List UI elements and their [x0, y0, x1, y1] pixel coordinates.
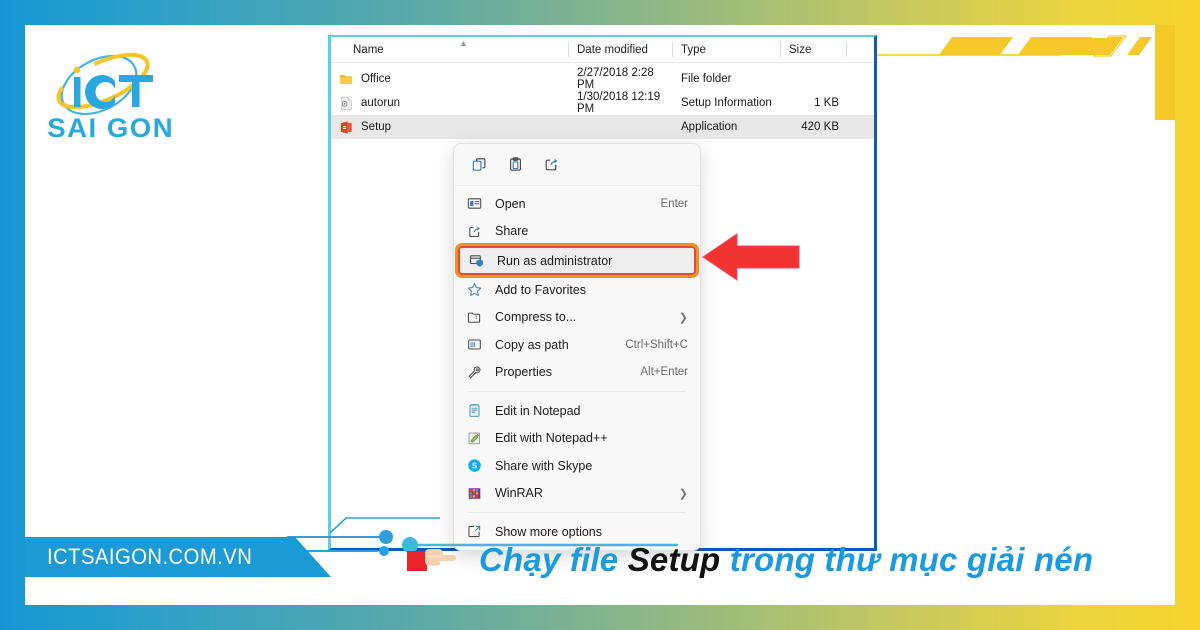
column-header-size-label: Size — [789, 43, 812, 56]
menu-item-edit-in-notepad[interactable]: Edit in Notepad — [458, 397, 696, 425]
chevron-right-icon: ❯ — [678, 487, 688, 500]
menu-item-label: Run as administrator — [497, 253, 613, 268]
menu-item-label: WinRAR — [495, 486, 543, 501]
context-menu-toolbar — [454, 144, 700, 186]
column-header-type-label: Type — [681, 43, 706, 56]
chevron-right-icon: ❯ — [678, 311, 688, 324]
column-header-type[interactable]: Type — [673, 37, 781, 62]
menu-item-accelerator: Enter — [660, 197, 689, 210]
paste-icon[interactable] — [500, 151, 530, 179]
svg-text:SAI GON: SAI GON — [47, 112, 174, 143]
explorer-column-headers: Name ▲ Date modified Type Size — [331, 37, 874, 63]
menu-item-winrar[interactable]: WinRAR ❯ — [458, 480, 696, 508]
office-application-icon — [339, 120, 354, 135]
sort-indicator-icon: ▲ — [459, 38, 468, 48]
menu-item-properties[interactable]: Properties Alt+Enter — [458, 359, 696, 387]
column-divider[interactable] — [846, 42, 847, 57]
star-icon — [466, 281, 483, 298]
folder-icon — [339, 72, 354, 87]
file-date-cell: 1/30/2018 12:19 PM — [577, 91, 661, 115]
menu-item-compress-to[interactable]: Compress to... ❯ — [458, 304, 696, 332]
column-header-size[interactable]: Size — [781, 37, 847, 62]
menu-item-open[interactable]: Open Enter — [458, 190, 696, 218]
caption-suffix: trong thư mục giải nén — [720, 541, 1094, 578]
column-header-date-modified[interactable]: Date modified — [569, 37, 673, 62]
menu-item-add-to-favorites[interactable]: Add to Favorites — [458, 276, 696, 304]
menu-item-share-with-skype[interactable]: S Share with Skype — [458, 452, 696, 480]
skype-icon: S — [466, 457, 483, 474]
pointing-hand-icon — [407, 543, 469, 577]
menu-separator — [468, 512, 686, 513]
file-size-cell: 1 KB — [814, 97, 839, 109]
copy-icon[interactable] — [464, 151, 494, 179]
file-name-label: autorun — [361, 97, 401, 109]
menu-item-copy-as-path[interactable]: Copy as path Ctrl+Shift+C — [458, 331, 696, 359]
menu-item-label: Properties — [495, 365, 552, 380]
context-menu: Open Enter Share Run as administrator Ad… — [453, 143, 701, 551]
file-name-label: Setup — [361, 121, 392, 133]
caption-row: Chạy file Setup trong thư mục giải nén — [407, 537, 1093, 583]
notepad-icon — [466, 402, 483, 419]
decoration-topright — [855, 25, 1175, 120]
shield-icon — [468, 252, 485, 269]
menu-item-run-as-administrator[interactable]: Run as administrator — [455, 243, 699, 278]
menu-item-label: Open — [495, 196, 526, 211]
content-canvas: SAI GON Name ▲ Date modified Type Size O… — [25, 25, 1175, 605]
menu-item-label: Add to Favorites — [495, 282, 587, 297]
file-type-cell: File folder — [681, 73, 732, 85]
copy-path-icon — [466, 336, 483, 353]
file-type-cell: Setup Information — [681, 97, 772, 109]
share-icon — [466, 223, 483, 240]
file-name-cell: Office — [331, 72, 569, 87]
watermark-banner: ICTSAIGON.COM.VN — [25, 537, 331, 577]
file-name-label: Office — [361, 73, 391, 85]
caption-keyword: Setup — [627, 541, 721, 578]
watermark-label: ICTSAIGON.COM.VN — [47, 544, 253, 569]
brand-logo: SAI GON — [37, 37, 187, 152]
caption-prefix: Chạy file — [479, 541, 628, 578]
caption-text: Chạy file Setup trong thư mục giải nén — [479, 541, 1093, 579]
properties-icon — [466, 364, 483, 381]
context-menu-items: Open Enter Share Run as administrator Ad… — [454, 186, 700, 546]
file-date-cell: 2/27/2018 2:28 PM — [577, 67, 654, 91]
menu-item-accelerator: Alt+Enter — [640, 366, 688, 379]
menu-item-label: Share — [495, 224, 529, 239]
file-name-cell: autorun — [331, 96, 569, 111]
menu-item-share[interactable]: Share — [458, 218, 696, 246]
notepadpp-icon — [466, 430, 483, 447]
svg-text:S: S — [472, 462, 477, 471]
open-icon — [466, 195, 483, 212]
menu-item-label: Share with Skype — [495, 458, 593, 473]
setup-information-icon — [339, 96, 354, 111]
file-type-cell: Application — [681, 121, 738, 133]
menu-item-edit-with-notepadpp[interactable]: Edit with Notepad++ — [458, 425, 696, 453]
winrar-icon — [466, 485, 483, 502]
left-arrow-icon — [701, 231, 803, 283]
menu-item-label: Edit with Notepad++ — [495, 431, 608, 446]
share-icon[interactable] — [536, 151, 566, 179]
file-name-cell: Setup — [331, 120, 569, 135]
column-header-name[interactable]: Name ▲ — [331, 37, 569, 62]
table-row[interactable]: autorun 1/30/2018 12:19 PM Setup Informa… — [331, 91, 874, 115]
column-header-name-label: Name — [353, 43, 384, 56]
menu-item-label: Copy as path — [495, 337, 569, 352]
menu-item-label: Compress to... — [495, 310, 577, 325]
menu-item-accelerator: Ctrl+Shift+C — [625, 338, 688, 351]
column-header-date-label: Date modified — [577, 43, 648, 56]
file-size-cell: 420 KB — [801, 121, 839, 133]
menu-separator — [468, 391, 686, 392]
table-row[interactable]: Setup Application 420 KB — [331, 115, 874, 139]
page-frame: SAI GON Name ▲ Date modified Type Size O… — [0, 0, 1200, 630]
menu-item-label: Edit in Notepad — [495, 403, 581, 418]
compress-icon — [466, 309, 483, 326]
table-row[interactable]: Office 2/27/2018 2:28 PM File folder — [331, 67, 874, 91]
